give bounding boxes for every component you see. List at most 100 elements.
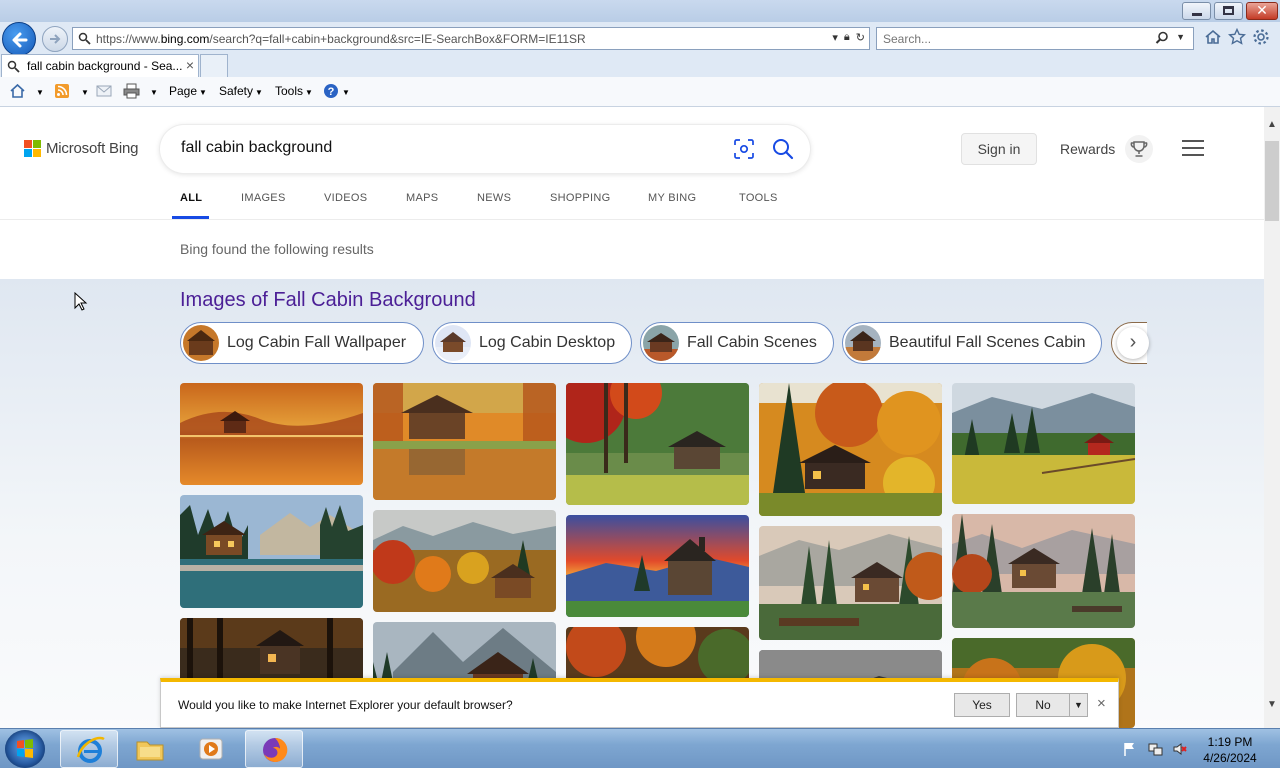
browser-search-input[interactable] <box>883 31 1143 46</box>
network-icon[interactable] <box>1147 741 1163 757</box>
browser-toolbar-icons <box>1204 27 1270 46</box>
chip-thumbnail <box>643 325 679 361</box>
back-arrow-icon <box>12 32 28 48</box>
rewards-trophy-icon[interactable] <box>1125 135 1153 163</box>
tab-bing-search[interactable]: fall cabin background - Sea... × <box>1 54 199 77</box>
home-dropdown-icon[interactable]: ▼ <box>34 84 44 98</box>
image-result[interactable] <box>566 515 749 617</box>
address-dropdown-icon[interactable]: ▾ <box>832 31 838 44</box>
taskbar-internet-explorer[interactable] <box>60 730 118 768</box>
chip-label: Log Cabin Fall Wallpaper <box>227 334 407 351</box>
tab-videos[interactable]: VIDEOS <box>324 192 367 204</box>
image-result[interactable] <box>373 510 556 612</box>
tools-menu[interactable]: Tools ▼ <box>275 84 313 98</box>
scroll-down-icon[interactable]: ▼ <box>1267 699 1277 710</box>
svg-text:?: ? <box>328 86 335 98</box>
clock-date[interactable]: 4/26/2024 <box>1190 751 1270 765</box>
close-window-button[interactable]: ✕ <box>1246 2 1278 20</box>
scroll-up-icon[interactable]: ▲ <box>1267 119 1277 130</box>
home-page-icon[interactable] <box>9 83 26 99</box>
search-icon[interactable] <box>772 138 794 160</box>
close-icon: ✕ <box>1256 2 1268 18</box>
tab-news[interactable]: NEWS <box>477 192 511 204</box>
rewards-link[interactable]: Rewards <box>1060 141 1115 157</box>
close-notification-icon[interactable]: × <box>1097 695 1106 712</box>
vertical-scrollbar[interactable]: ▲ ▼ <box>1264 107 1280 728</box>
tab-images[interactable]: IMAGES <box>241 192 286 204</box>
chip-label: Fall Cabin Scenes <box>687 334 817 351</box>
browser-search-box[interactable]: ▼ <box>876 27 1194 50</box>
favorites-star-icon[interactable] <box>1227 27 1247 46</box>
image-result[interactable] <box>952 514 1135 628</box>
home-icon[interactable] <box>1204 28 1222 46</box>
bing-logo[interactable]: Microsoft Bing <box>24 140 138 157</box>
taskbar-firefox[interactable] <box>245 730 303 768</box>
images-title[interactable]: Images of Fall Cabin Background <box>180 289 476 312</box>
hamburger-menu-icon[interactable] <box>1182 140 1204 156</box>
search-dropdown-icon[interactable]: ▼ <box>1176 32 1185 42</box>
taskbar-file-explorer[interactable] <box>121 730 179 768</box>
print-dropdown-icon[interactable]: ▼ <box>148 84 158 98</box>
maximize-icon <box>1223 6 1234 15</box>
tab-row: fall cabin background - Sea... × <box>0 54 1280 77</box>
bing-search-box[interactable]: fall cabin background <box>160 125 810 173</box>
search-icon[interactable] <box>1155 31 1169 45</box>
help-icon[interactable]: ? <box>323 83 340 99</box>
new-tab-button[interactable] <box>200 54 228 77</box>
chip-label: Beautiful Fall Scenes Cabin <box>889 334 1086 351</box>
mail-icon[interactable] <box>96 83 113 99</box>
image-result[interactable] <box>373 383 556 500</box>
taskbar-media-player[interactable] <box>182 730 240 768</box>
tab-maps[interactable]: MAPS <box>406 192 438 204</box>
tab-shopping[interactable]: SHOPPING <box>550 192 610 204</box>
maximize-button[interactable] <box>1214 2 1243 20</box>
image-result[interactable] <box>759 383 942 516</box>
tab-all[interactable]: ALL <box>180 192 202 204</box>
volume-muted-icon[interactable] <box>1172 741 1188 757</box>
help-dropdown-icon[interactable]: ▼ <box>340 84 350 98</box>
print-icon[interactable] <box>123 83 140 99</box>
tab-tools[interactable]: TOOLS <box>739 192 778 204</box>
close-tab-icon[interactable]: × <box>186 57 194 73</box>
image-result[interactable] <box>759 526 942 640</box>
search-page-icon <box>78 32 91 45</box>
related-chip-log-cabin-fall-wallpaper[interactable]: Log Cabin Fall Wallpaper <box>180 322 424 364</box>
feeds-icon[interactable] <box>54 83 71 99</box>
start-button[interactable] <box>5 730 45 768</box>
address-text[interactable]: https://www.bing.com/search?q=fall+cabin… <box>96 32 586 46</box>
chip-thumbnail <box>435 325 471 361</box>
system-tray <box>1122 741 1188 757</box>
settings-gear-icon[interactable] <box>1252 28 1270 46</box>
forward-button[interactable] <box>42 26 68 52</box>
related-chip-fall-cabin-scenes[interactable]: Fall Cabin Scenes <box>640 322 834 364</box>
no-button[interactable]: No <box>1016 693 1070 717</box>
sign-in-button[interactable]: Sign in <box>961 133 1037 165</box>
action-center-flag-icon[interactable] <box>1122 741 1138 757</box>
visual-search-icon[interactable] <box>734 139 754 159</box>
refresh-icon[interactable]: ↻ <box>856 31 865 44</box>
image-result[interactable] <box>180 495 363 608</box>
lock-icon[interactable]: 🔒︎ <box>844 31 850 44</box>
page-menu[interactable]: Page ▼ <box>169 84 207 98</box>
related-chip-log-cabin-desktop[interactable]: Log Cabin Desktop <box>432 322 632 364</box>
chevron-right-icon[interactable]: › <box>1117 327 1149 359</box>
back-button[interactable] <box>2 22 36 56</box>
yes-button[interactable]: Yes <box>954 693 1010 717</box>
tab-my-bing[interactable]: MY BING <box>648 192 696 204</box>
microsoft-logo-icon <box>24 140 41 157</box>
no-dropdown-icon[interactable]: ▼ <box>1069 693 1088 717</box>
image-result[interactable] <box>180 383 363 485</box>
browser-frame: ✕ https://www.bing.com/search?q=fall+cab… <box>0 0 1280 107</box>
clock-time[interactable]: 1:19 PM <box>1190 735 1270 749</box>
safety-menu[interactable]: Safety ▼ <box>219 84 263 98</box>
minimize-button[interactable] <box>1182 2 1211 20</box>
image-result[interactable] <box>952 383 1135 504</box>
feeds-dropdown-icon[interactable]: ▼ <box>79 84 89 98</box>
mouse-cursor-icon <box>74 292 88 311</box>
address-bar[interactable]: https://www.bing.com/search?q=fall+cabin… <box>72 27 870 50</box>
forward-arrow-icon <box>50 34 61 44</box>
search-query-input[interactable]: fall cabin background <box>181 139 332 157</box>
scroll-thumb[interactable] <box>1265 141 1279 221</box>
related-chip-beautiful-fall-scenes-cabin[interactable]: Beautiful Fall Scenes Cabin <box>842 322 1102 364</box>
image-result[interactable] <box>566 383 749 505</box>
